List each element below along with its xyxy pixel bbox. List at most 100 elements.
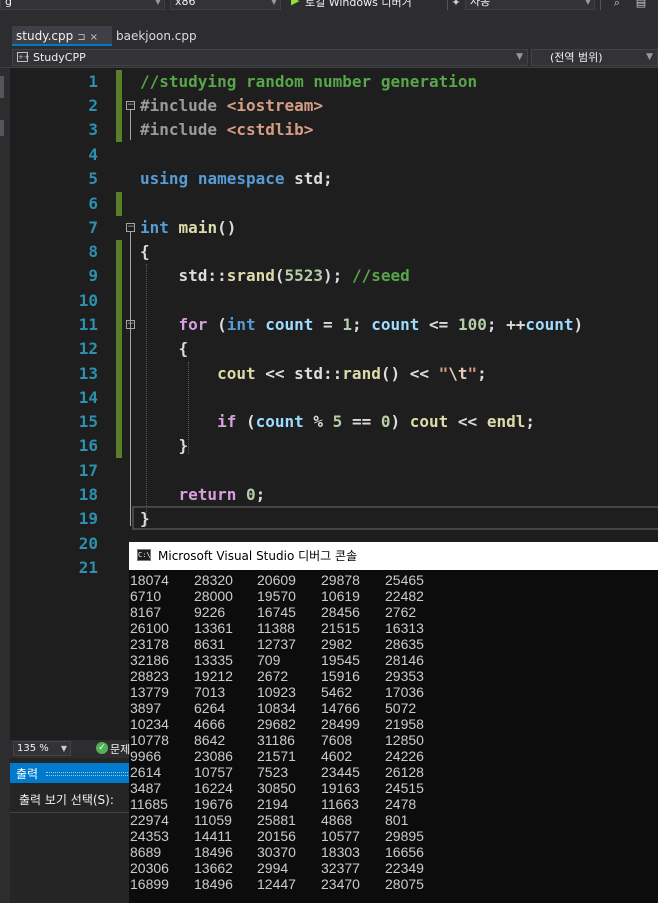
console-value: 6264: [194, 700, 226, 716]
console-value: 18074: [130, 572, 169, 588]
output-source-label: 출력 보기 선택(S):: [19, 793, 114, 807]
console-value: 14766: [321, 700, 360, 716]
console-value: 10234: [130, 716, 169, 732]
line-number: 12: [78, 339, 98, 358]
check-circle-icon[interactable]: ✓: [96, 742, 108, 754]
console-value: 29353: [385, 668, 424, 684]
console-value: 10923: [257, 684, 296, 700]
highlight-icon[interactable]: ▤: [634, 0, 648, 10]
console-value: 10619: [321, 588, 360, 604]
console-value: 7523: [257, 764, 289, 780]
platform-dropdown[interactable]: x86 ▼: [170, 0, 281, 10]
console-value: 2614: [130, 764, 162, 780]
chevron-down-icon: ▼: [646, 52, 653, 62]
console-value: 19676: [194, 796, 233, 812]
console-value: 22349: [385, 860, 424, 876]
chevron-down-icon: ▼: [60, 744, 67, 753]
current-line-highlight: [132, 506, 658, 530]
console-value: 16656: [385, 844, 424, 860]
console-value: 18496: [194, 876, 233, 892]
console-value: 8167: [130, 604, 162, 620]
console-value: 2762: [385, 604, 417, 620]
console-value: 4602: [321, 748, 353, 764]
navigation-bar: ++ StudyCPP ▼ (전역 범위) ▼: [0, 48, 658, 68]
console-value: 4868: [321, 812, 353, 828]
tab-label: study.cpp: [16, 29, 74, 43]
console-value: 28456: [321, 604, 360, 620]
zoom-dropdown[interactable]: 135 % ▼: [13, 741, 71, 756]
line-number: 13: [78, 364, 98, 383]
console-value: 2982: [321, 636, 353, 652]
project-dropdown[interactable]: ++ StudyCPP ▼: [12, 49, 528, 66]
console-value: 801: [385, 812, 409, 828]
toolbox-tab[interactable]: [0, 76, 4, 98]
line-number: 20: [78, 534, 98, 553]
play-icon[interactable]: ▶: [291, 0, 299, 7]
fold-guide: [130, 110, 131, 140]
line-number: 3: [88, 120, 98, 139]
line-number: 10: [78, 291, 98, 310]
server-explorer-tab[interactable]: [0, 120, 4, 136]
change-indicator: [116, 70, 122, 142]
chevron-down-icon: ▼: [516, 52, 523, 62]
code-line-13: cout << std::rand() << "\t";: [217, 364, 487, 383]
console-value: 13361: [194, 620, 233, 636]
line-number: 9: [88, 266, 98, 285]
console-value: 5072: [385, 700, 417, 716]
console-value: 2478: [385, 796, 417, 812]
find-icon[interactable]: ⌕: [610, 0, 624, 10]
mode-dropdown[interactable]: 자동 ▼: [465, 0, 595, 10]
code-line-9: std::srand(5523); //seed: [140, 266, 410, 285]
console-value: 30850: [257, 780, 296, 796]
tab-label: baekjoon.cpp: [116, 29, 197, 43]
fire-icon[interactable]: ✦: [449, 0, 463, 10]
console-value: 23086: [194, 748, 233, 764]
code-line-7: int main(): [140, 218, 237, 237]
code-line-1: //studying random number generation: [140, 72, 478, 91]
line-number: 1: [88, 72, 98, 91]
console-value: 8642: [194, 732, 226, 748]
console-value: 12737: [257, 636, 296, 652]
issues-label[interactable]: 문제: [110, 741, 130, 757]
console-value: 22974: [130, 812, 169, 828]
console-value: 2994: [257, 860, 289, 876]
console-output[interactable]: 18074 28320 20609 29878 25465 6710 28000 19570 1…: [129, 570, 658, 903]
collapse-icon[interactable]: −: [126, 101, 135, 110]
drag-handle[interactable]: [46, 772, 128, 776]
console-value: 26128: [385, 764, 424, 780]
tab-study-cpp[interactable]: study.cpp ⊐ ×: [12, 26, 112, 46]
console-value: 709: [257, 652, 281, 668]
console-value: 22482: [385, 588, 424, 604]
console-value: 28146: [385, 652, 424, 668]
toolbar-separator: [447, 0, 448, 10]
console-value: 21958: [385, 716, 424, 732]
tab-baekjoon-cpp[interactable]: baekjoon.cpp: [112, 26, 212, 46]
line-number: 18: [78, 485, 98, 504]
collapse-icon[interactable]: −: [126, 223, 135, 232]
console-value: 32186: [130, 652, 169, 668]
change-indicator: [116, 192, 122, 216]
console-value: 28823: [130, 668, 169, 684]
close-icon[interactable]: ×: [90, 32, 98, 43]
line-number: 19: [78, 509, 98, 528]
configuration-dropdown[interactable]: g ▼: [0, 0, 165, 10]
code-line-12: {: [140, 339, 189, 358]
console-value: 11685: [130, 796, 168, 812]
console-title-bar[interactable]: C:\ Microsoft Visual Studio 디버그 콘솔: [129, 542, 658, 570]
console-value: 12447: [257, 876, 296, 892]
console-value: 32377: [321, 860, 360, 876]
fold-guide: [130, 232, 131, 526]
console-value: 11388: [257, 620, 295, 636]
pin-icon[interactable]: ⊐: [77, 32, 85, 43]
console-value: 16745: [257, 604, 296, 620]
scope-value: (전역 범위): [550, 51, 603, 64]
run-debugger-button[interactable]: 로컬 Windows 디버거: [305, 0, 412, 10]
output-panel-header[interactable]: 출력: [10, 763, 129, 783]
scope-dropdown[interactable]: (전역 범위) ▼: [531, 49, 658, 66]
console-value: 24226: [385, 748, 424, 764]
console-value: 26100: [130, 620, 169, 636]
configuration-value: g: [5, 0, 12, 8]
console-value: 20306: [130, 860, 169, 876]
project-icon: ++: [17, 52, 30, 62]
collapse-icon[interactable]: −: [126, 320, 135, 329]
